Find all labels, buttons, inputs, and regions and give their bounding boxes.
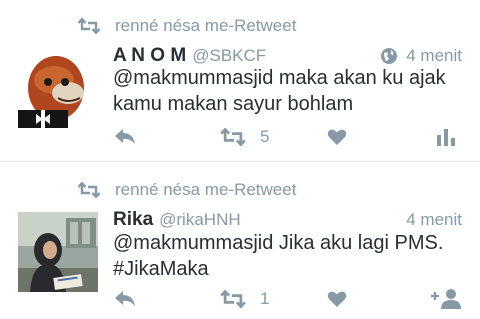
- retweet-button[interactable]: 5: [220, 123, 269, 151]
- like-icon: [327, 129, 347, 145]
- reply-button[interactable]: [113, 285, 137, 313]
- user-display-name[interactable]: A N O M: [113, 45, 186, 67]
- like-icon: [327, 291, 347, 307]
- retweet-count: 1: [260, 289, 270, 308]
- user-handle[interactable]: @SBKCF: [192, 46, 266, 66]
- tweet-card[interactable]: renné nésa me-Retweet Rika @rikaHNH 4 me…: [0, 178, 480, 319]
- analytics-icon: [437, 129, 455, 146]
- tweet-text: @makmummasjid maka akan ku ajak kamu mak…: [113, 67, 446, 115]
- avatar[interactable]: [18, 48, 98, 128]
- tweet-actions: 1: [0, 285, 480, 313]
- reply-icon: [115, 291, 135, 306]
- like-button[interactable]: [327, 123, 347, 151]
- tweet-header: Rika @rikaHNH 4 menit: [113, 208, 462, 232]
- retweet-icon: [78, 182, 100, 198]
- tweet-timestamp: 4 menit: [406, 210, 462, 229]
- tweet-text: @makmummasjid Jika aku lagi PMS. #JikaMa…: [113, 232, 444, 280]
- retweet-count: 5: [260, 127, 270, 146]
- tweet-timestamp: 4 menit: [406, 46, 462, 65]
- avatar[interactable]: [18, 212, 98, 292]
- retweet-context: renné nésa me-Retweet: [78, 179, 296, 201]
- tweet-divider: [0, 161, 480, 162]
- user-display-name[interactable]: Rika: [113, 209, 153, 231]
- tweet-card[interactable]: renné nésa me-Retweet A N O M @SBKCF 4 m…: [0, 0, 480, 160]
- retweet-button[interactable]: 1: [220, 285, 269, 313]
- globe-icon: [381, 48, 398, 64]
- retweet-by-text: renné nésa me-Retweet: [115, 16, 297, 35]
- retweet-icon: [78, 18, 100, 34]
- like-button[interactable]: [327, 285, 347, 313]
- retweet-by-text: renné nésa me-Retweet: [115, 180, 297, 199]
- follow-icon: [431, 289, 461, 309]
- retweet-context: renné nésa me-Retweet: [78, 15, 296, 37]
- retweet-icon: [220, 290, 246, 308]
- user-handle[interactable]: @rikaHNH: [159, 210, 240, 230]
- follow-button[interactable]: [430, 285, 462, 313]
- tweet-actions: 5: [0, 123, 480, 151]
- reply-icon: [115, 129, 135, 144]
- retweet-icon: [220, 128, 246, 146]
- analytics-button[interactable]: [436, 123, 456, 151]
- reply-button[interactable]: [113, 123, 137, 151]
